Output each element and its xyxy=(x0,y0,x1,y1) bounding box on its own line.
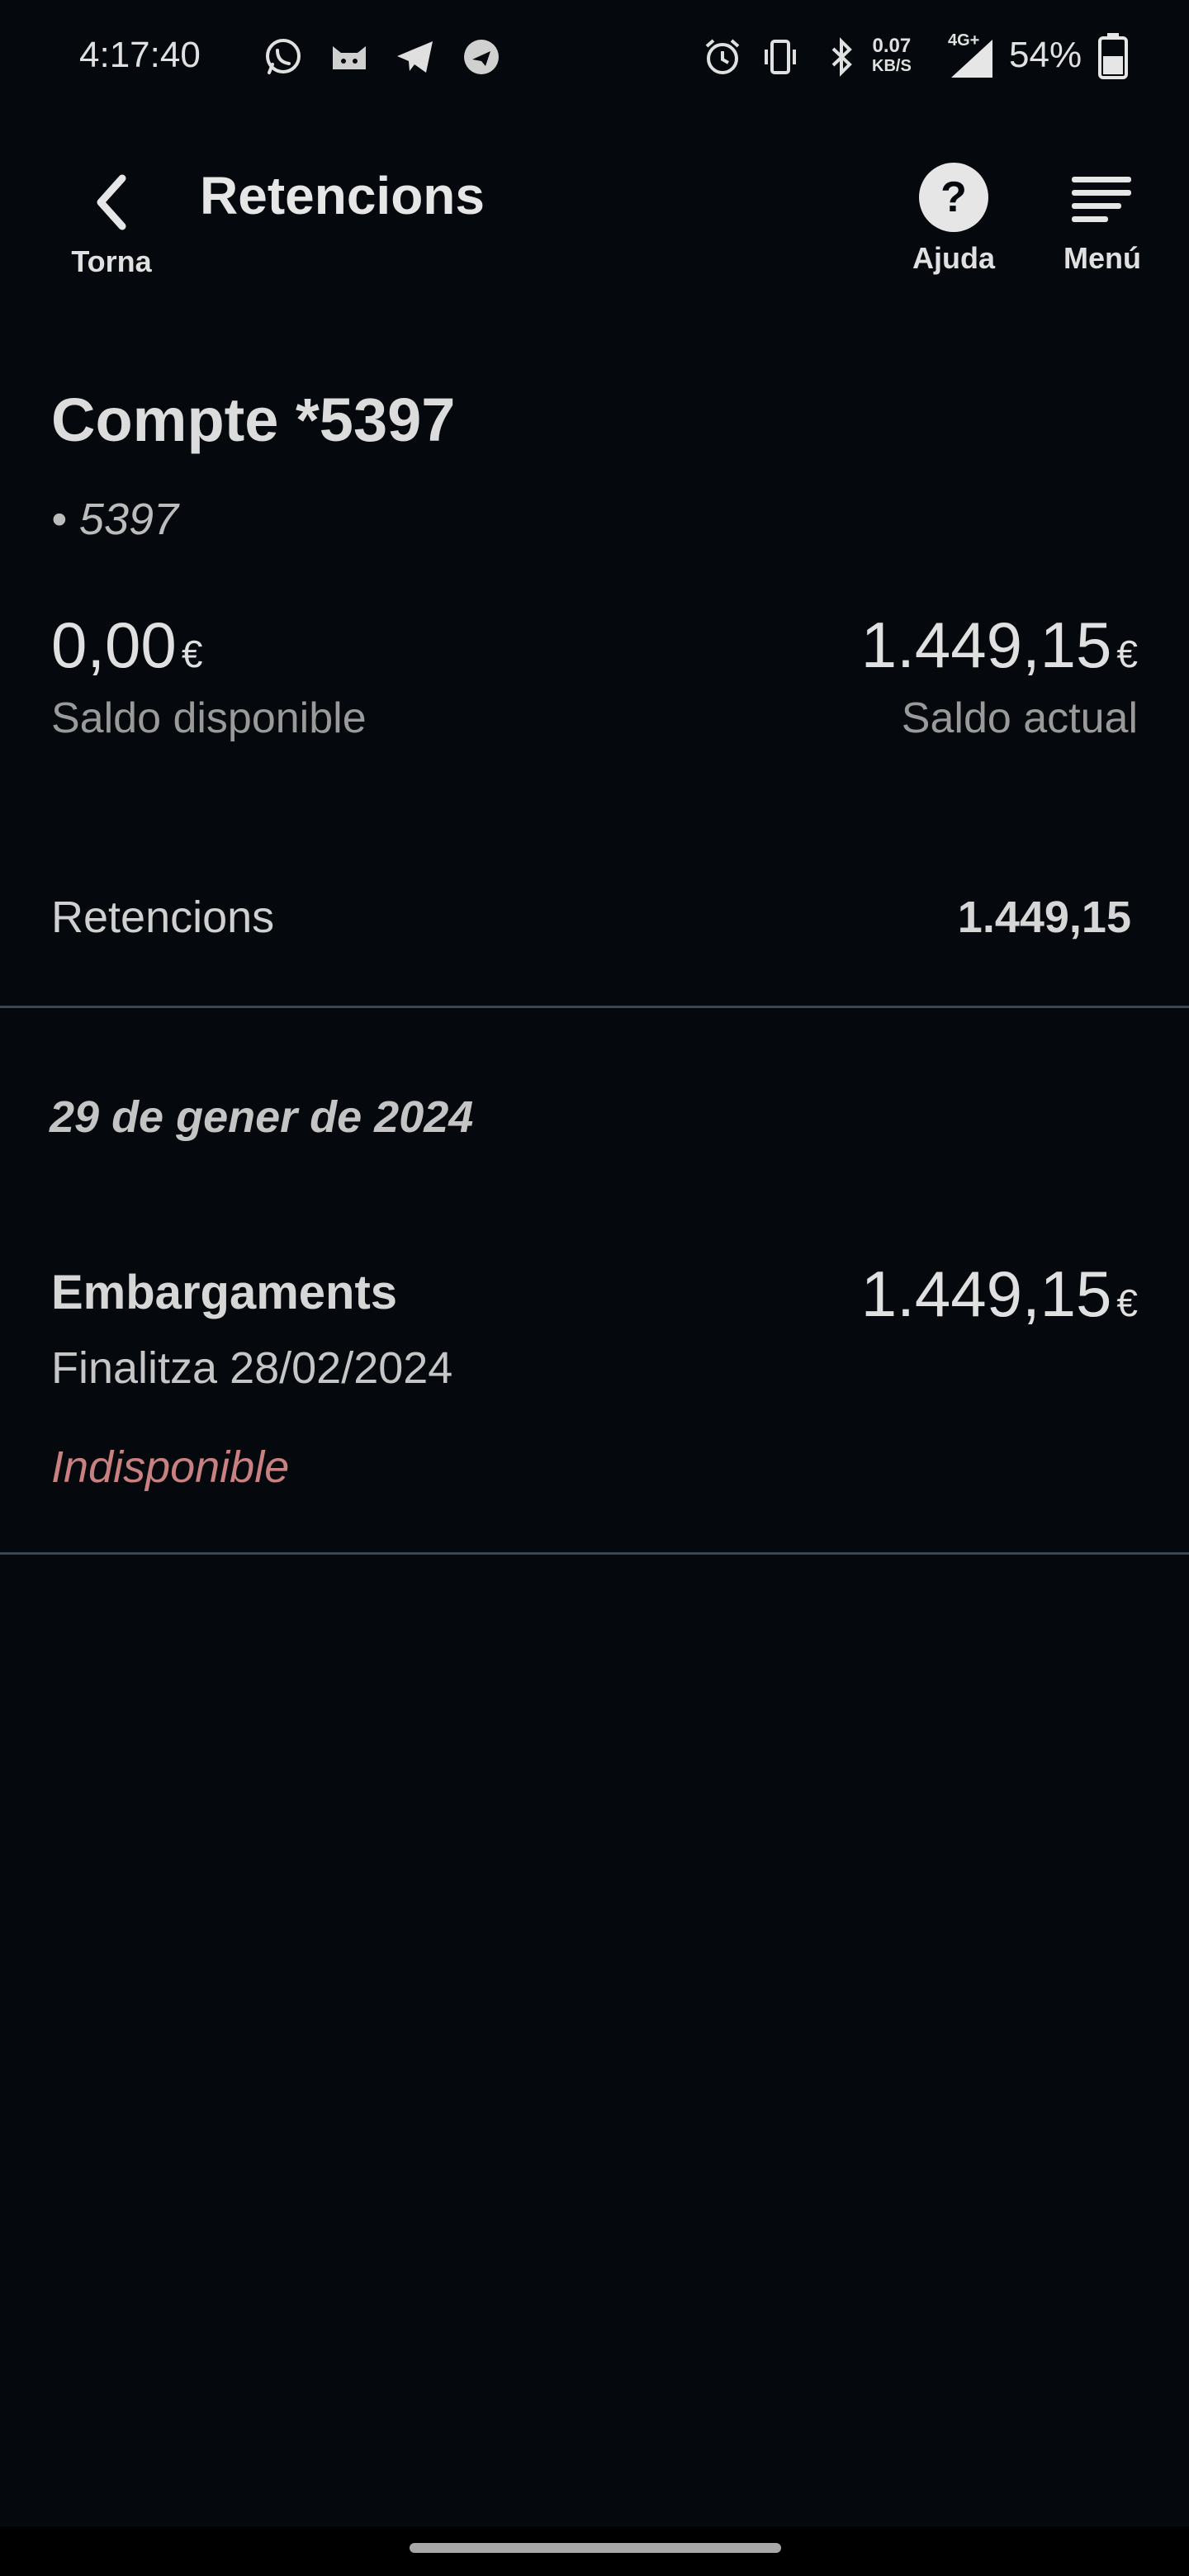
current-amount-value: 1.449,15 xyxy=(860,608,1112,681)
retentions-total: 1.449,15 xyxy=(957,893,1131,942)
available-balance-label: Saldo disponible xyxy=(51,694,367,742)
item-status: Indisponible xyxy=(51,1442,290,1492)
help-button[interactable]: ? Ajuda xyxy=(900,162,1007,286)
page-title: Retencions xyxy=(200,166,485,225)
divider xyxy=(0,1552,1189,1555)
divider xyxy=(0,1006,1189,1008)
whatsapp-icon xyxy=(266,39,301,74)
back-button[interactable]: Torna xyxy=(58,165,165,289)
hamburger-menu-icon xyxy=(1072,177,1131,222)
help-label: Ajuda xyxy=(912,241,995,275)
vibrate-icon xyxy=(765,40,796,74)
battery-icon xyxy=(1098,33,1128,79)
item-currency: € xyxy=(1116,1281,1138,1324)
available-currency: € xyxy=(181,632,203,675)
current-balance: 1.449,15 € xyxy=(861,608,1138,683)
item-amount: 1.449,15 € xyxy=(861,1257,1138,1332)
home-indicator[interactable] xyxy=(410,2543,781,2553)
date-heading: 29 de gener de 2024 xyxy=(50,1092,474,1142)
network-speed: 0.07 KB/S xyxy=(872,35,912,76)
item-title: Embargaments xyxy=(51,1266,398,1319)
status-time: 4:17:40 xyxy=(79,35,201,75)
menu-button[interactable]: Menú xyxy=(1049,162,1156,286)
bluetooth-icon xyxy=(831,37,852,77)
cat-app-icon xyxy=(333,46,366,69)
available-balance: 0,00 € xyxy=(51,608,202,683)
help-icon: ? xyxy=(919,163,988,232)
menu-label: Menú xyxy=(1063,241,1141,275)
available-amount-value: 0,00 xyxy=(51,608,177,681)
browser-icon xyxy=(464,40,499,74)
signal-icon xyxy=(951,40,992,78)
current-currency: € xyxy=(1116,632,1138,675)
back-label: Torna xyxy=(71,244,152,278)
telegram-icon xyxy=(397,41,433,73)
battery-percentage: 54% xyxy=(1009,35,1082,75)
item-end-date: Finalitza 28/02/2024 xyxy=(51,1343,453,1393)
retentions-label: Retencions xyxy=(51,893,275,942)
svg-text:?: ? xyxy=(940,173,967,221)
alarm-icon xyxy=(705,39,740,74)
account-number: • 5397 xyxy=(51,495,179,544)
current-balance-label: Saldo actual xyxy=(901,694,1138,742)
chevron-left-icon xyxy=(97,174,126,230)
account-title: Compte *5397 xyxy=(51,386,456,454)
item-amount-value: 1.449,15 xyxy=(860,1257,1112,1330)
